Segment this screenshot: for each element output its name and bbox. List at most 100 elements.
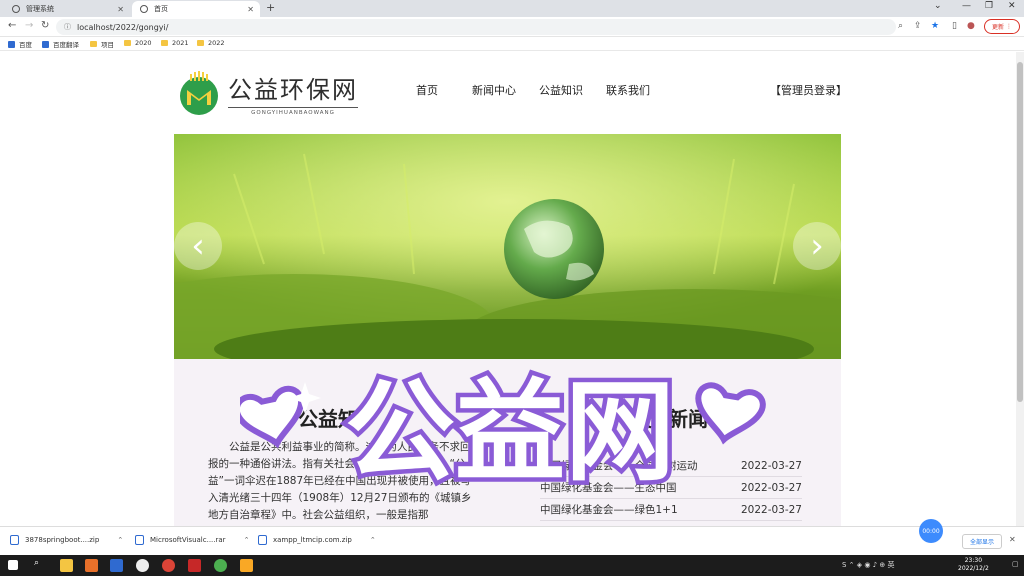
- app-icon[interactable]: [110, 559, 123, 572]
- news-title-part1: 最: [632, 407, 652, 431]
- bookmark-item[interactable]: 2021: [161, 39, 189, 47]
- folder-icon: [197, 40, 204, 46]
- archive-icon: [10, 535, 19, 545]
- bookmark-label: 项目: [101, 41, 114, 49]
- wps-icon[interactable]: [188, 559, 201, 572]
- new-tab-button[interactable]: +: [266, 1, 275, 14]
- close-window-icon[interactable]: ✕: [1008, 1, 1016, 11]
- profile-avatar-icon[interactable]: ●: [967, 21, 975, 31]
- site-navigation: 首页 新闻中心 公益知识 联系我们: [416, 82, 666, 98]
- site-logo[interactable]: 公益环保网 GONGYIHUANBAOWANG: [176, 70, 358, 116]
- bookmark-label: 2022: [208, 39, 225, 47]
- app-icon[interactable]: [85, 559, 98, 572]
- download-name: 3878springboot....zip: [25, 536, 100, 544]
- forward-icon[interactable]: →: [25, 20, 33, 31]
- windows-start-icon[interactable]: [8, 560, 18, 570]
- tab-home[interactable]: 首页 ✕: [132, 1, 260, 17]
- download-item[interactable]: MicrosoftVisualc....rar ⌃: [135, 535, 249, 545]
- notification-icon[interactable]: ▢: [1012, 560, 1019, 568]
- news-item-title: 中国绿化基金会——绿色1+1: [540, 504, 678, 516]
- folder-icon: [90, 41, 97, 47]
- bookmark-item[interactable]: 2020: [124, 39, 152, 47]
- downloads-bar: 3878springboot....zip ⌃ MicrosoftVisualc…: [0, 526, 1024, 555]
- chevron-right-icon: ›: [810, 226, 824, 266]
- download-item[interactable]: 3878springboot....zip ⌃: [10, 535, 123, 545]
- tab-admin-system[interactable]: 管理系统 ✕: [4, 1, 130, 17]
- logo-title: 公益环保网: [228, 76, 358, 104]
- recording-timer-badge[interactable]: 00:00: [919, 519, 943, 543]
- chrome-icon[interactable]: [162, 559, 175, 572]
- content-section: 公益知 最新闻 公益是公共利益事业的简称。这是为人民服务不求回报的一种通俗讲法。…: [174, 359, 841, 526]
- search-icon[interactable]: ⌕: [34, 558, 47, 571]
- update-label: 更新: [992, 24, 1005, 31]
- restore-icon[interactable]: ❐: [985, 1, 993, 11]
- nav-home[interactable]: 首页: [416, 82, 472, 98]
- close-downloads-icon[interactable]: ✕: [1009, 535, 1016, 544]
- tray-icons[interactable]: S ⌃ ◈ ◉ ♪ ⊕ 英: [842, 560, 894, 570]
- show-all-downloads-button[interactable]: 全部显示: [962, 534, 1002, 549]
- translate-icon: [42, 40, 49, 48]
- knowledge-title: 公益知: [298, 407, 358, 431]
- chevron-up-icon[interactable]: ⌃: [117, 536, 123, 544]
- bookmark-label: 百度: [19, 41, 32, 49]
- tab-title: 管理系统: [26, 5, 54, 13]
- knowledge-intro-text: 公益是公共利益事业的简称。这是为人民服务不求回报的一种通俗讲法。指有关社会公众的…: [208, 441, 472, 521]
- globe-icon: [12, 5, 20, 13]
- address-bar-row: ← → ↻ ⓘ localhost/2022/gongyi/ ⌕ ⇪ ★ ▯ ●…: [0, 17, 1024, 37]
- browser-tab-bar: 管理系统 ✕ 首页 ✕ + ⌄ — ❐ ✕: [0, 0, 1024, 17]
- news-item-date: 2022-03-27: [740, 459, 802, 472]
- banner-image: [174, 134, 841, 359]
- bookmark-star-icon[interactable]: ★: [931, 21, 939, 31]
- system-clock[interactable]: 23:30 2022/12/2: [958, 557, 989, 573]
- logo-subtitle: GONGYIHUANBAOWANG: [228, 107, 358, 116]
- scrollbar-thumb[interactable]: [1017, 62, 1023, 402]
- banner-prev-button[interactable]: ‹: [174, 222, 222, 270]
- update-button[interactable]: 更新 ⋮: [984, 19, 1020, 34]
- news-item-date: 2022-03-27: [740, 503, 802, 516]
- folder-icon: [124, 40, 131, 46]
- share-icon[interactable]: ⇪: [914, 21, 922, 31]
- tab-title: 首页: [154, 5, 168, 13]
- app-icon[interactable]: [136, 559, 149, 572]
- banner-next-button[interactable]: ›: [793, 222, 841, 270]
- chevron-up-icon[interactable]: ⌃: [244, 536, 250, 544]
- zoom-icon[interactable]: ⌕: [898, 21, 903, 31]
- minimize-icon[interactable]: —: [962, 1, 971, 11]
- close-tab-icon[interactable]: ✕: [247, 5, 254, 14]
- bookmark-label: 百度翻译: [53, 41, 79, 49]
- news-item[interactable]: 中国绿化基金会——绿色1+1 2022-03-27: [540, 499, 802, 521]
- folder-icon: [161, 40, 168, 46]
- bookmark-item[interactable]: 百度翻译: [42, 39, 79, 49]
- close-tab-icon[interactable]: ✕: [117, 5, 124, 14]
- admin-login-link[interactable]: 【管理员登录】: [770, 82, 847, 98]
- reload-icon[interactable]: ↻: [41, 20, 49, 31]
- url-input[interactable]: ⓘ localhost/2022/gongyi/: [56, 19, 896, 35]
- back-icon[interactable]: ←: [8, 20, 16, 31]
- bookmark-item[interactable]: 百度: [8, 39, 32, 49]
- download-name: xampp_ltmcip.com.zip: [273, 536, 352, 544]
- url-text: localhost/2022/gongyi/: [77, 22, 169, 32]
- tab-search-icon[interactable]: ⌄: [934, 1, 942, 11]
- app-icon[interactable]: [214, 559, 227, 572]
- news-item-title: 中国绿化基金会——全球绿树运动: [540, 460, 698, 472]
- clock-date: 2022/12/2: [958, 565, 989, 572]
- bookmark-label: 2020: [135, 39, 152, 47]
- nav-knowledge[interactable]: 公益知识: [539, 82, 606, 98]
- chevron-up-icon[interactable]: ⌃: [370, 536, 376, 544]
- nav-news-center[interactable]: 新闻中心: [472, 82, 539, 98]
- bookmark-item[interactable]: 2022: [197, 39, 225, 47]
- news-item-title: 中国绿化基金会——生态中国: [540, 482, 677, 494]
- bookmark-item[interactable]: 项目: [90, 39, 114, 49]
- logo-mark-icon: [180, 71, 218, 115]
- download-item[interactable]: xampp_ltmcip.com.zip ⌃: [258, 535, 376, 545]
- news-item[interactable]: 中国绿化基金会——生态中国 2022-03-27: [540, 477, 802, 499]
- nav-contact[interactable]: 联系我们: [606, 82, 666, 98]
- news-title: 最新闻: [632, 403, 708, 432]
- news-item[interactable]: 中国绿化基金会——全球绿树运动 2022-03-27: [540, 455, 802, 477]
- side-panel-icon[interactable]: ▯: [952, 21, 957, 31]
- app-icon[interactable]: [240, 559, 253, 572]
- file-explorer-icon[interactable]: [60, 559, 73, 572]
- bookmarks-bar: 百度 百度翻译 项目 2020 2021 2022: [0, 37, 1024, 51]
- page-scrollbar[interactable]: [1016, 52, 1024, 526]
- baidu-icon: [8, 40, 15, 48]
